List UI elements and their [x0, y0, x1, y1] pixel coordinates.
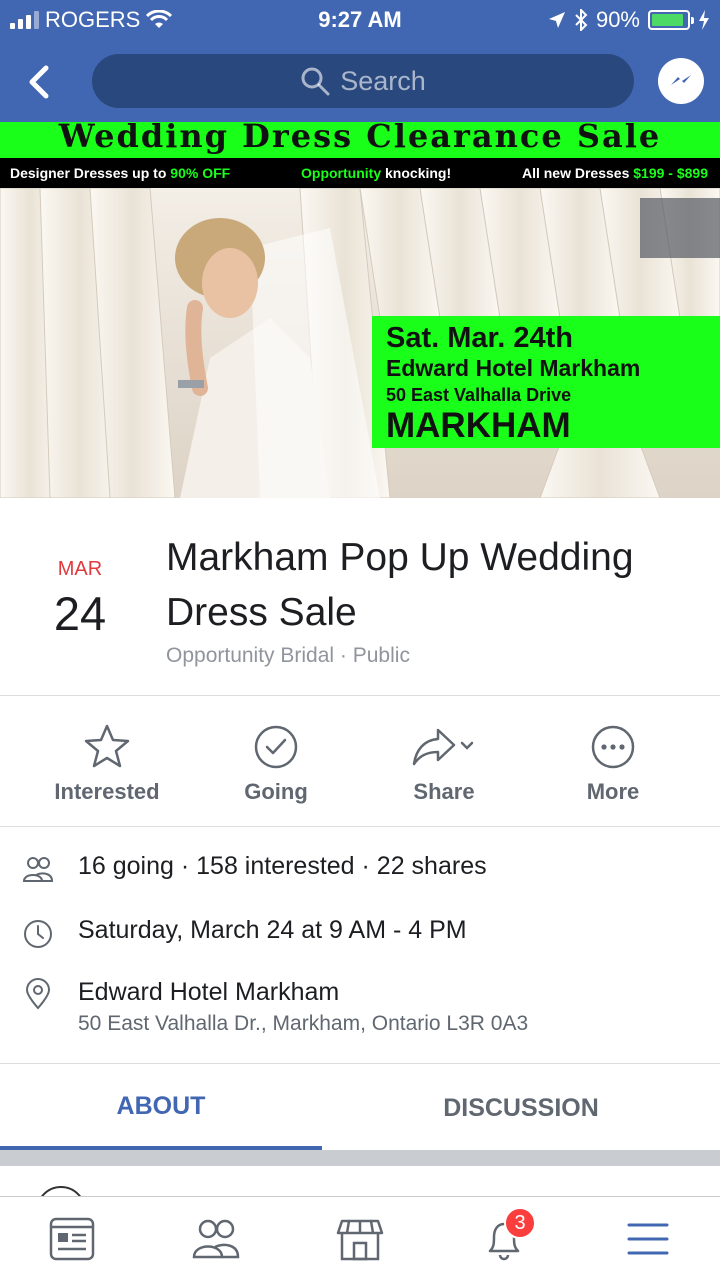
back-button[interactable]	[20, 62, 60, 102]
news-feed-tab[interactable]	[46, 1213, 98, 1265]
notifications-tab[interactable]: 3	[478, 1207, 536, 1265]
battery-icon	[648, 10, 694, 30]
share-button[interactable]: Share	[359, 721, 529, 805]
event-header: MAR 24 Markham Pop Up Wedding Dress Sale…	[0, 498, 720, 696]
bluetooth-icon	[575, 9, 588, 31]
battery-percent: 90%	[595, 7, 640, 32]
share-arrow-icon	[412, 728, 474, 766]
cover-event-box: Sat. Mar. 24th Edward Hotel Markham 50 E…	[372, 316, 720, 448]
event-tabs: ABOUT DISCUSSION	[0, 1066, 720, 1150]
more-button[interactable]: More	[528, 721, 698, 805]
messenger-button[interactable]	[658, 58, 704, 104]
checkmark-circle-icon	[254, 725, 298, 769]
status-right: 90%	[548, 7, 710, 33]
news-feed-icon	[49, 1217, 95, 1261]
tab-about[interactable]: ABOUT	[0, 1066, 322, 1150]
bottom-tab-bar: 3	[0, 1196, 720, 1280]
search-icon	[301, 67, 330, 96]
friends-tab[interactable]	[190, 1213, 242, 1265]
share-label: Share	[413, 779, 475, 804]
cover-banner-strip: Designer Dresses up to 90% OFF Opportuni…	[0, 158, 720, 188]
clock-icon	[24, 920, 52, 948]
search-input[interactable]: Search	[92, 54, 634, 108]
cover-venue: Edward Hotel Markham	[386, 355, 641, 381]
marketplace-icon	[336, 1219, 384, 1261]
strip-segment-3: All new Dresses $199 - $899	[521, 165, 708, 181]
back-chevron-icon	[29, 65, 49, 99]
event-details: 16 going · 158 interested · 22 shares Sa…	[0, 828, 720, 1064]
event-month: MAR	[57, 558, 103, 580]
cover-date: Sat. Mar. 24th	[386, 322, 573, 354]
about-section-peek	[0, 1166, 720, 1236]
cover-address: 50 East Valhalla Drive	[386, 385, 572, 405]
people-icon	[22, 857, 54, 882]
messenger-icon	[671, 75, 691, 85]
status-bar: ROGERS 9:27 AM 90%	[0, 0, 720, 40]
going-label: Going	[244, 779, 308, 804]
event-host-privacy[interactable]: Opportunity Bridal · Public	[166, 644, 410, 668]
venue-name: Edward Hotel Markham	[78, 978, 340, 1006]
interested-label: Interested	[54, 779, 160, 804]
event-title: Markham Pop Up Wedding Dress Sale	[166, 536, 634, 634]
charging-bolt-icon	[699, 10, 709, 30]
event-datetime: Saturday, March 24 at 9 AM - 4 PM	[78, 916, 467, 944]
strip-segment-2: Opportunity knocking!	[301, 165, 452, 181]
more-label: More	[586, 779, 640, 804]
event-actions: Interested Going Share More	[0, 697, 720, 827]
cover-banner-title: Wedding Dress Clearance Sale	[0, 122, 720, 158]
menu-icon	[627, 1223, 669, 1255]
friends-icon	[192, 1219, 240, 1259]
notifications-count-badge: 3	[504, 1207, 536, 1239]
section-divider	[0, 1150, 720, 1166]
search-placeholder: Search	[340, 65, 426, 96]
tab-discussion[interactable]: DISCUSSION	[322, 1066, 720, 1150]
strip-segment-1: Designer Dresses up to 90% OFF	[10, 165, 231, 181]
cover-city: MARKHAM	[386, 406, 571, 445]
guest-stats: 16 going · 158 interested · 22 shares	[78, 852, 487, 880]
nav-bar: Search	[0, 40, 720, 122]
interested-button[interactable]: Interested	[22, 721, 192, 805]
location-arrow-icon	[548, 12, 565, 28]
venue-address: 50 East Valhalla Dr., Markham, Ontario L…	[78, 1012, 529, 1035]
event-day: 24	[53, 587, 107, 640]
event-cover-image[interactable]: Wedding Dress Clearance Sale Designer Dr…	[0, 122, 720, 498]
marketplace-tab[interactable]	[334, 1213, 386, 1265]
going-button[interactable]: Going	[191, 721, 361, 805]
star-icon	[84, 724, 130, 768]
more-dots-icon	[591, 725, 635, 769]
location-pin-icon	[25, 978, 51, 1010]
menu-tab[interactable]	[622, 1213, 674, 1265]
